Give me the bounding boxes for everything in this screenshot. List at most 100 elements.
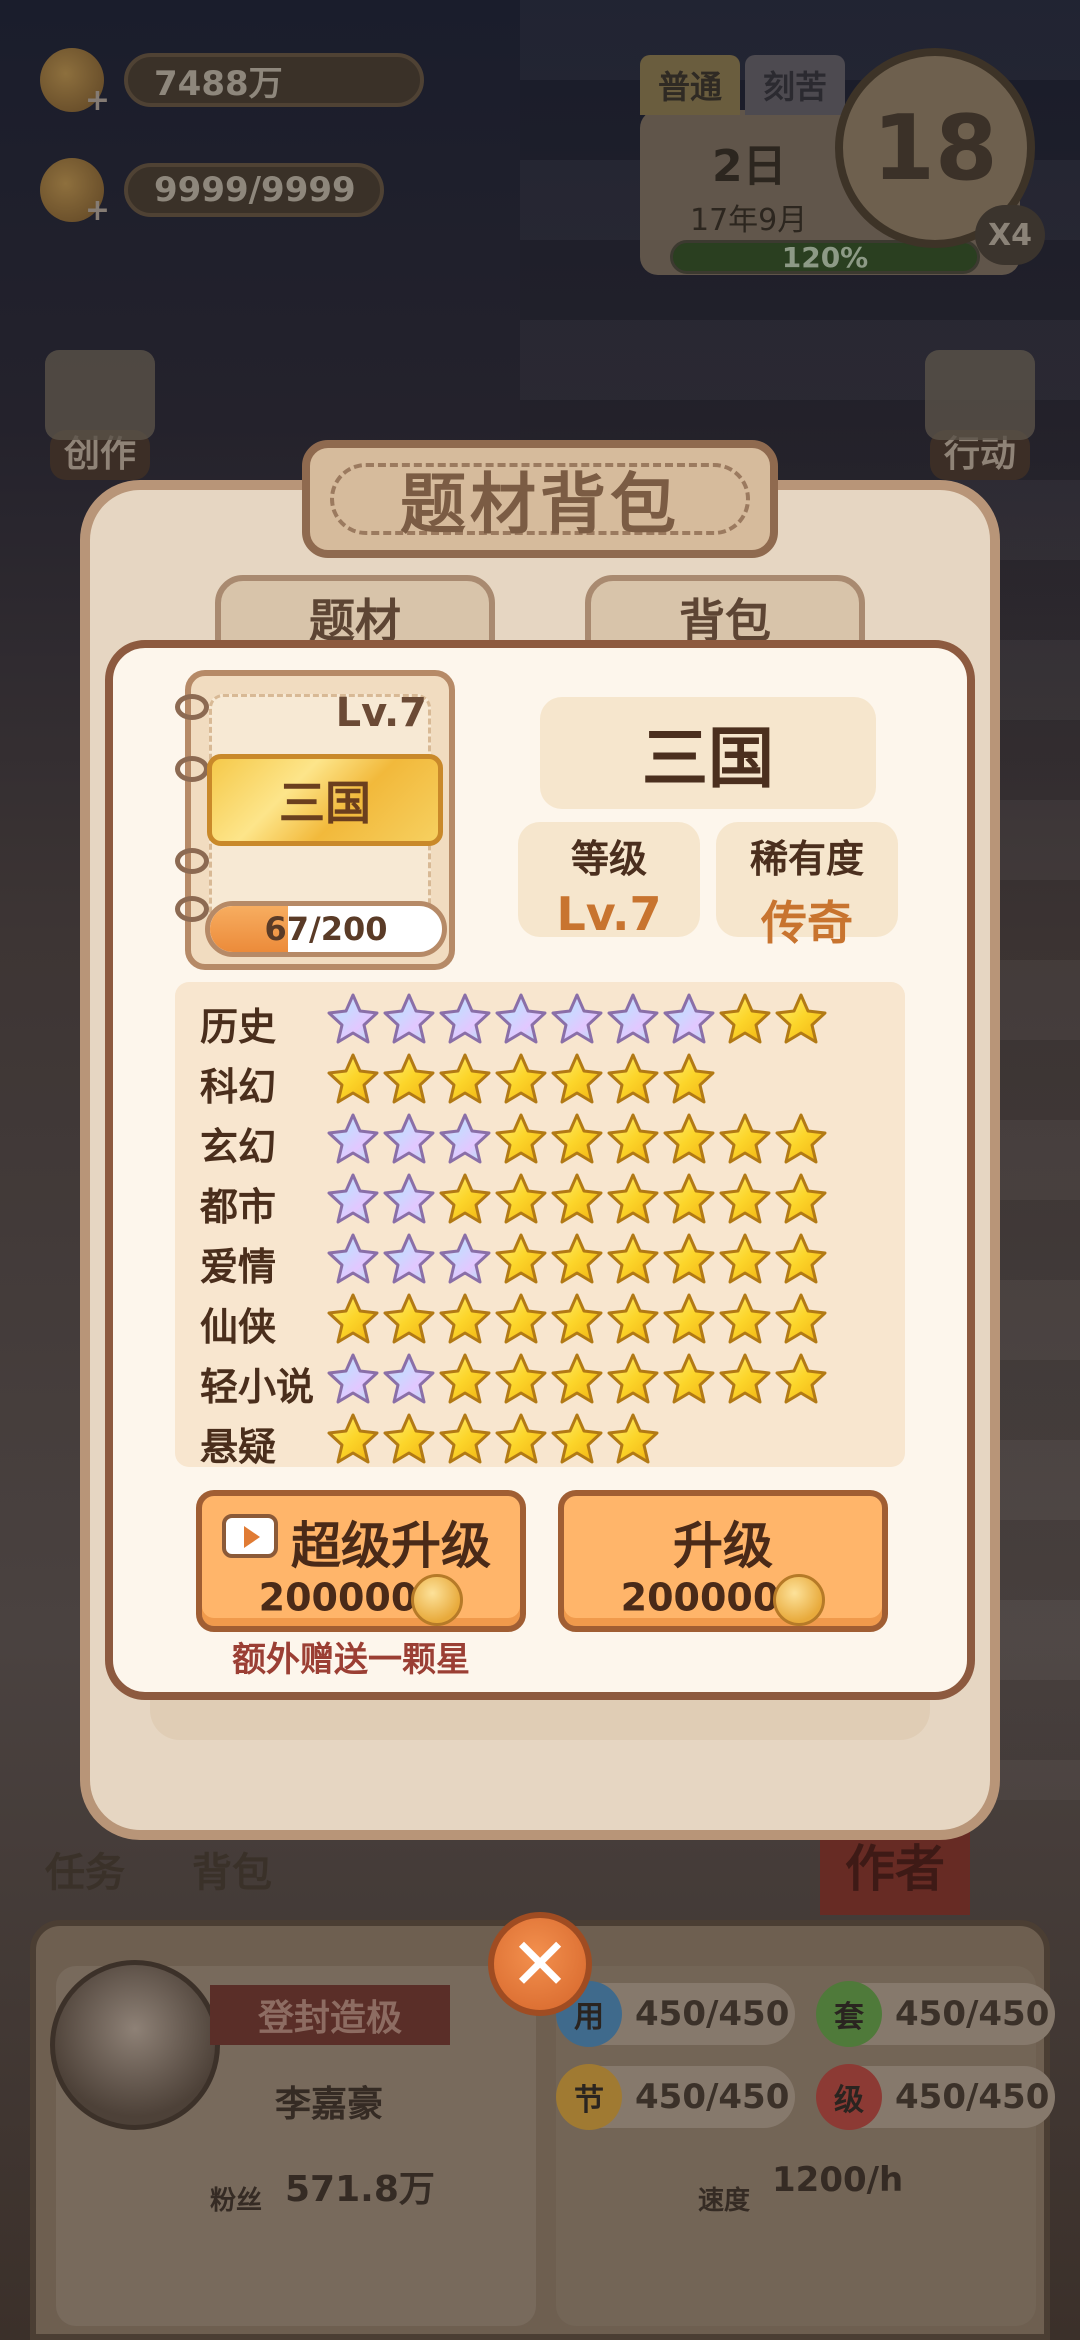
coin-icon	[411, 1574, 464, 1626]
coin-icon[interactable]: +	[40, 48, 110, 118]
genre-row: 科幻	[175, 1050, 905, 1110]
genre-row: 历史	[175, 990, 905, 1050]
speed-multiplier-button[interactable]: X4	[975, 205, 1045, 265]
mode-tab-normal[interactable]: 普通	[640, 55, 740, 115]
stat-icon: 节	[556, 2064, 622, 2130]
close-button[interactable]: ✕	[488, 1912, 592, 2016]
gold-star-icon	[383, 1053, 435, 1104]
rainbow-star-icon	[663, 993, 715, 1044]
gold-star-icon	[495, 1293, 547, 1344]
notebook-topic-plate: 三国	[207, 754, 443, 846]
ideas-value: 9999/9999	[124, 163, 384, 217]
rainbow-star-icon	[383, 1173, 435, 1224]
player-name: 李嘉豪	[275, 2084, 384, 2125]
gold-star-icon	[383, 1413, 435, 1464]
ring-icon	[175, 694, 209, 720]
super-upgrade-cost: 200000	[202, 1574, 520, 1626]
day-label: 2日	[712, 141, 787, 192]
modal-title-plate: 题材背包	[302, 440, 778, 558]
bag-label[interactable]: 背包	[192, 1840, 272, 1898]
star-list	[325, 1412, 661, 1468]
super-upgrade-label: 超级升级	[291, 1517, 491, 1575]
genre-label: 历史	[200, 1005, 277, 1049]
gold-star-icon	[327, 1293, 379, 1344]
task-label[interactable]: 任务	[45, 1840, 125, 1898]
gold-star-icon	[439, 1353, 491, 1404]
star-list	[325, 1292, 829, 1348]
ring-icon	[175, 896, 209, 922]
super-upgrade-cost-value: 200000	[258, 1575, 418, 1620]
gold-star-icon	[775, 1113, 827, 1164]
topic-name: 三国	[540, 697, 876, 809]
genre-label: 科幻	[200, 1065, 277, 1109]
coins-row: + 7488万	[40, 48, 424, 118]
gold-star-icon	[551, 1053, 603, 1104]
mode-tab-hard[interactable]: 刻苦	[745, 55, 845, 115]
gold-star-icon	[607, 1113, 659, 1164]
rainbow-star-icon	[327, 1173, 379, 1224]
rainbow-star-icon	[383, 1353, 435, 1404]
month-label: 17年9月	[690, 203, 808, 238]
super-upgrade-button[interactable]: 超级升级 200000	[196, 1490, 526, 1632]
gold-star-icon	[607, 1173, 659, 1224]
genre-row: 轻小说	[175, 1350, 905, 1410]
ideas-row: + 9999/9999	[40, 158, 384, 228]
gold-star-icon	[775, 1233, 827, 1284]
create-button[interactable]: 创作	[30, 340, 170, 480]
modal-title: 题材背包	[330, 463, 750, 543]
rainbow-star-icon	[327, 1233, 379, 1284]
speed-label: 速度	[698, 2186, 751, 2216]
rainbow-star-icon	[607, 993, 659, 1044]
gold-star-icon	[551, 1113, 603, 1164]
star-list	[325, 1232, 829, 1288]
ring-icon	[175, 848, 209, 874]
action-button[interactable]: 行动	[910, 340, 1050, 480]
rarity-box: 稀有度 传奇	[716, 822, 898, 950]
gold-star-icon	[495, 1173, 547, 1224]
progress-text: 67/200	[264, 910, 388, 948]
stat-value: 450/450	[635, 2077, 790, 2117]
gold-star-icon	[495, 1113, 547, 1164]
rarity-value: 传奇	[761, 896, 853, 950]
speed-value: 1200/h	[772, 2160, 904, 2200]
stat-icon: 套	[816, 1981, 882, 2047]
gold-star-icon	[495, 1353, 547, 1404]
stat-value: 450/450	[895, 1994, 1050, 2034]
book-icon	[45, 350, 155, 440]
level-value: Lv.7	[556, 887, 662, 941]
stat-pill: 级 450/450	[816, 2064, 1055, 2130]
rainbow-star-icon	[327, 993, 379, 1044]
gold-star-icon	[383, 1293, 435, 1344]
star-list	[325, 1352, 829, 1408]
rainbow-star-icon	[439, 1233, 491, 1284]
genre-row: 都市	[175, 1170, 905, 1230]
stat-pill: 用 450/450	[556, 1981, 795, 2047]
gold-star-icon	[607, 1353, 659, 1404]
genre-label: 玄幻	[200, 1125, 277, 1169]
bonus-star-text: 额外赠送一颗星	[232, 1640, 470, 1680]
gold-star-icon	[719, 1173, 771, 1224]
rainbow-star-icon	[495, 993, 547, 1044]
rarity-key: 稀有度	[749, 837, 864, 881]
star-list	[325, 1052, 717, 1108]
avatar[interactable]	[50, 1960, 220, 2130]
gold-star-icon	[719, 1293, 771, 1344]
gold-star-icon	[607, 1413, 659, 1464]
rainbow-star-icon	[327, 1353, 379, 1404]
gold-star-icon	[551, 1293, 603, 1344]
gold-star-icon	[663, 1353, 715, 1404]
gold-star-icon	[663, 1293, 715, 1344]
gold-star-icon	[551, 1413, 603, 1464]
rainbow-star-icon	[439, 993, 491, 1044]
lightbulb-icon[interactable]: +	[40, 158, 110, 228]
gold-star-icon	[775, 1353, 827, 1404]
gold-star-icon	[719, 993, 771, 1044]
gold-star-icon	[663, 1113, 715, 1164]
gold-star-icon	[439, 1293, 491, 1344]
upgrade-button[interactable]: 升级 200000	[558, 1490, 888, 1632]
fans-label: 粉丝	[210, 2186, 263, 2216]
level-box: 等级 Lv.7	[518, 822, 700, 941]
notebook-level: Lv.7	[335, 690, 427, 736]
upgrade-label: 升级	[673, 1517, 773, 1575]
gold-star-icon	[719, 1353, 771, 1404]
